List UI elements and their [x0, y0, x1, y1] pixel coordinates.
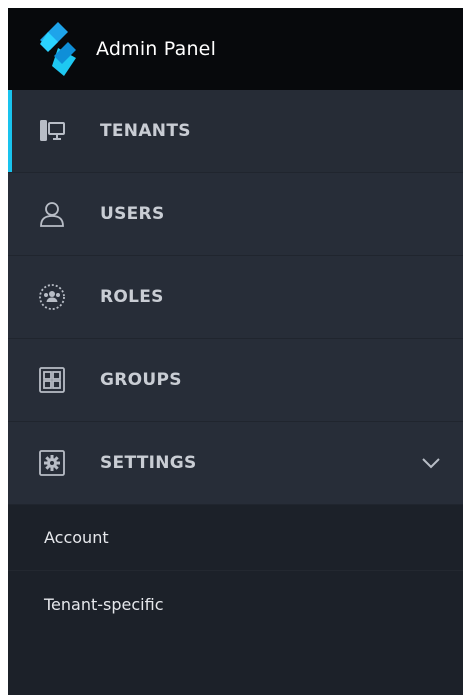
nav-item-users[interactable]: USERS: [8, 173, 463, 256]
people-circle-icon: [38, 283, 66, 311]
nav-label-groups: GROUPS: [100, 370, 182, 390]
chevron-down-icon[interactable]: [419, 451, 443, 475]
app-title: Admin Panel: [96, 38, 217, 60]
nav-label-users: USERS: [100, 204, 165, 224]
sidebar-header[interactable]: Admin Panel: [8, 8, 463, 90]
user-icon: [38, 200, 66, 228]
gear-box-icon: [38, 449, 66, 477]
settings-submenu: Account Tenant-specific: [8, 505, 463, 637]
desktop-monitor-icon: [38, 117, 66, 145]
nav-label-tenants: TENANTS: [100, 121, 191, 141]
nav-label-roles: ROLES: [100, 287, 164, 307]
nav-item-settings[interactable]: SETTINGS: [8, 422, 463, 505]
nav-item-groups[interactable]: GROUPS: [8, 339, 463, 422]
sidebar: Admin Panel TENANTS USERS ROLES GROUPS S…: [8, 8, 463, 695]
submenu-item-account[interactable]: Account: [8, 505, 463, 571]
grid-icon: [38, 366, 66, 394]
main-nav: TENANTS USERS ROLES GROUPS SETTINGS: [8, 90, 463, 505]
submenu-item-tenant-specific[interactable]: Tenant-specific: [8, 571, 463, 637]
nav-item-roles[interactable]: ROLES: [8, 256, 463, 339]
nav-label-settings: SETTINGS: [100, 453, 197, 473]
layered-s-logo-icon: [38, 20, 78, 78]
nav-item-tenants[interactable]: TENANTS: [8, 90, 463, 173]
